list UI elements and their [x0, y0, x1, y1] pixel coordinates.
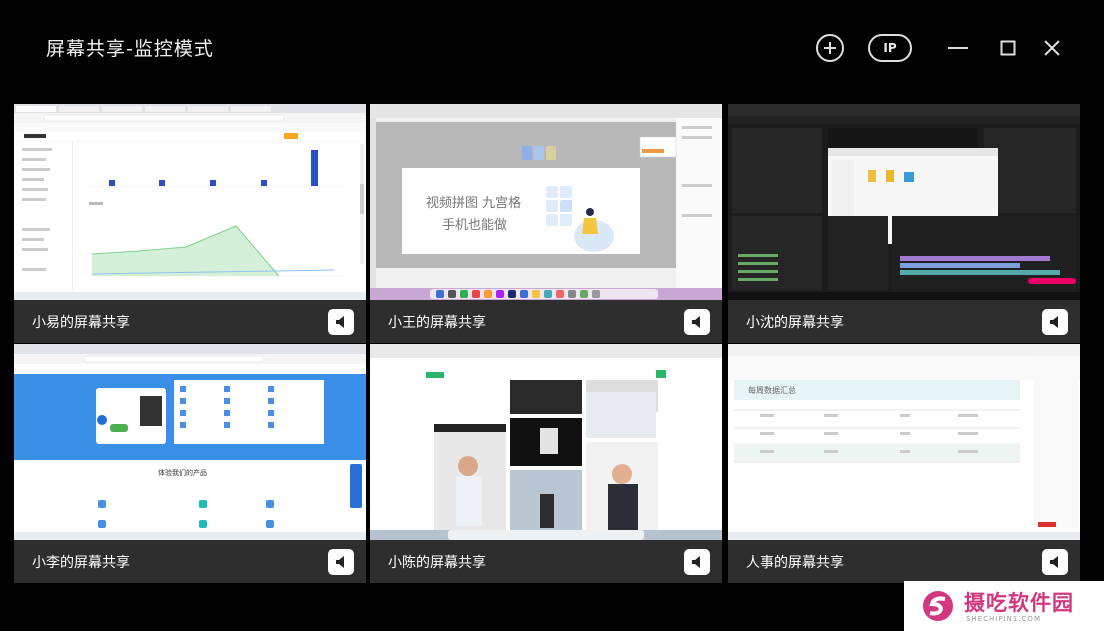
speaker-button[interactable]: [1042, 309, 1068, 335]
screen-preview: 每周数据汇总: [728, 344, 1080, 540]
maximize-icon: [1000, 40, 1016, 56]
plus-icon: [824, 42, 836, 54]
speaker-icon: [1050, 316, 1058, 328]
tile-caption: 小沈的屏幕共享: [728, 300, 1080, 343]
screen-tile-3[interactable]: 小沈的屏幕共享: [728, 104, 1080, 343]
watermark-logo-icon: [923, 591, 953, 621]
window-title: 屏幕共享-监控模式: [46, 38, 214, 60]
screen-preview: 体验我们的产品: [14, 344, 366, 540]
tile-label: 小王的屏幕共享: [388, 315, 486, 331]
tile-label: 小易的屏幕共享: [32, 315, 130, 331]
screen-tile-6[interactable]: 每周数据汇总 人事的屏幕共享: [728, 344, 1080, 583]
tile-caption: 小李的屏幕共享: [14, 540, 366, 583]
slide-heading-line-2: 手机也能做: [442, 218, 508, 233]
tile-label: 小陈的屏幕共享: [388, 555, 486, 571]
close-button[interactable]: [1040, 34, 1064, 62]
speaker-button[interactable]: [684, 549, 710, 575]
screen-preview: [728, 104, 1080, 300]
screen-tile-2[interactable]: 视频拼图 九宫格 手机也能做 小王的屏幕共享: [370, 104, 722, 343]
speaker-button[interactable]: [1042, 549, 1068, 575]
screen-preview: 视频拼图 九宫格 手机也能做: [370, 104, 722, 300]
speaker-icon: [692, 316, 700, 328]
screen-preview: [370, 344, 722, 540]
screen-tile-5[interactable]: 小陈的屏幕共享: [370, 344, 722, 583]
close-icon: [1044, 40, 1060, 56]
speaker-icon: [692, 556, 700, 568]
tile-caption: 小陈的屏幕共享: [370, 540, 722, 583]
screen-tile-4[interactable]: 体验我们的产品 小李的屏幕共享: [14, 344, 366, 583]
tile-label: 小沈的屏幕共享: [746, 315, 844, 331]
add-button[interactable]: [816, 34, 844, 62]
tile-label: 人事的屏幕共享: [746, 555, 844, 571]
tile-caption: 人事的屏幕共享: [728, 540, 1080, 583]
speaker-button[interactable]: [328, 309, 354, 335]
watermark: 摄吃软件园 SHECHIPIN1.COM: [904, 581, 1104, 631]
watermark-text: 摄吃软件园: [964, 591, 1074, 615]
ip-button[interactable]: IP: [868, 34, 912, 62]
slide-heading-line-1: 视频拼图 九宫格: [426, 196, 522, 211]
title-bar: 屏幕共享-监控模式 IP: [0, 0, 1104, 96]
watermark-sub: SHECHIPIN1.COM: [966, 615, 1041, 623]
maximize-button[interactable]: [996, 34, 1020, 62]
speaker-icon: [1050, 556, 1058, 568]
tile-label: 小李的屏幕共享: [32, 555, 130, 571]
speaker-button[interactable]: [684, 309, 710, 335]
speaker-icon: [336, 556, 344, 568]
screen-preview: [14, 104, 366, 300]
minimize-button[interactable]: [946, 34, 970, 62]
speaker-icon: [336, 316, 344, 328]
speaker-button[interactable]: [328, 549, 354, 575]
tile-caption: 小王的屏幕共享: [370, 300, 722, 343]
tile-caption: 小易的屏幕共享: [14, 300, 366, 343]
minimize-icon: [948, 47, 968, 49]
sheet-title: 每周数据汇总: [748, 386, 796, 395]
screen-tile-1[interactable]: 小易的屏幕共享: [14, 104, 366, 343]
section-title: 体验我们的产品: [158, 469, 207, 477]
